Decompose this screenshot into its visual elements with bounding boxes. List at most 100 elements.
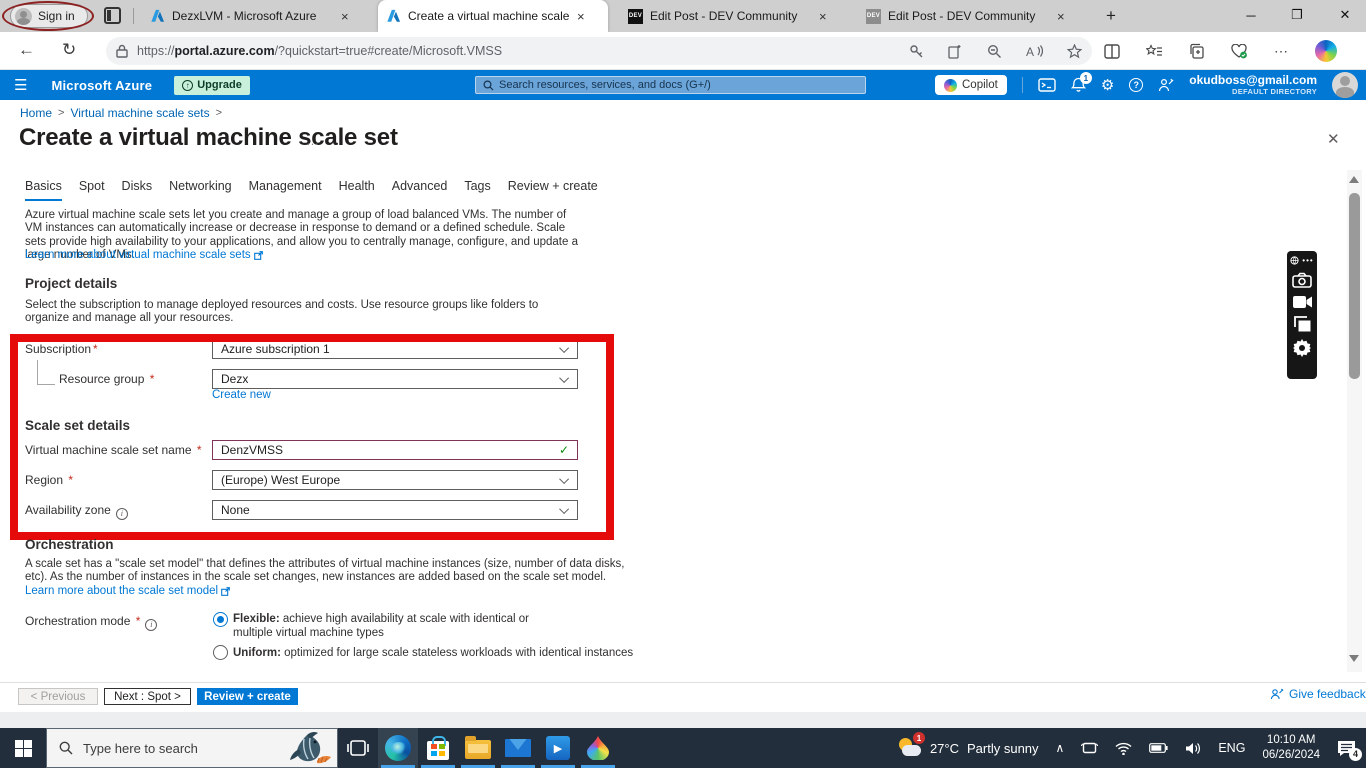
tab-management[interactable]: Management xyxy=(249,179,322,201)
region-dropdown[interactable]: (Europe) West Europe xyxy=(212,470,578,490)
battery-icon[interactable] xyxy=(1149,743,1168,753)
copy-windows-icon[interactable] xyxy=(1293,316,1311,332)
tab-basics[interactable]: Basics xyxy=(25,179,62,201)
tray-expand-icon[interactable]: ∧ xyxy=(1056,741,1065,755)
orchestration-heading: Orchestration xyxy=(25,537,114,552)
action-center-button[interactable]: 4 xyxy=(1337,740,1362,761)
blade-close-icon[interactable]: ✕ xyxy=(1327,130,1340,148)
hamburger-menu-icon[interactable]: ☰ xyxy=(14,76,27,94)
tab-advanced[interactable]: Advanced xyxy=(392,179,448,201)
vmss-name-input[interactable]: DenzVMSS ✓ xyxy=(212,440,578,460)
availability-zone-dropdown[interactable]: None xyxy=(212,500,578,520)
favorite-star-icon[interactable] xyxy=(1067,43,1082,59)
zoom-out-icon[interactable] xyxy=(987,44,1002,59)
tab-disks[interactable]: Disks xyxy=(122,179,153,201)
breadcrumb-parent-link[interactable]: Virtual machine scale sets xyxy=(70,106,209,120)
volume-icon[interactable] xyxy=(1185,742,1201,755)
learn-more-vmss-link[interactable]: Learn more about virtual machine scale s… xyxy=(25,249,263,261)
radio-flexible-label[interactable]: Flexible: achieve high availability at s… xyxy=(233,613,568,641)
window-restore-button[interactable]: ❐ xyxy=(1280,0,1314,30)
back-icon[interactable]: ← xyxy=(18,40,35,60)
account-avatar[interactable] xyxy=(1332,72,1358,98)
browser-tab-1[interactable]: DezxLVM - Microsoft Azure × xyxy=(142,0,364,32)
notifications-bell-icon[interactable]: 1 xyxy=(1070,72,1092,93)
feedback-smiley-icon xyxy=(1270,688,1284,700)
browser-essentials-icon[interactable] xyxy=(1231,43,1248,59)
more-options-icon[interactable]: ••• xyxy=(1302,256,1313,265)
taskbar-store-button[interactable] xyxy=(418,728,458,768)
new-tab-button[interactable]: + xyxy=(1106,6,1116,26)
tab-close-icon[interactable]: × xyxy=(819,10,827,23)
clock[interactable]: 10:10 AM 06/26/2024 xyxy=(1262,733,1320,763)
help-icon[interactable]: ? xyxy=(1129,78,1144,92)
device-connect-icon[interactable] xyxy=(1081,741,1099,755)
feedback-icon[interactable] xyxy=(1158,78,1174,92)
settings-gear-icon[interactable]: ⚙ xyxy=(1101,76,1114,94)
azure-search-input[interactable]: Search resources, services, and docs (G+… xyxy=(475,76,866,94)
tab-close-icon[interactable]: × xyxy=(341,10,349,23)
browser-tab-3[interactable]: DEV Edit Post - DEV Community × xyxy=(620,0,848,32)
scrollbar-thumb[interactable] xyxy=(1349,193,1360,379)
scrollbar-up-icon[interactable] xyxy=(1349,176,1359,183)
browser-tab-4[interactable]: DEV Edit Post - DEV Community × xyxy=(858,0,1086,32)
learn-more-model-link[interactable]: Learn more about the scale set model xyxy=(25,585,230,597)
taskbar-search-input[interactable]: Type here to search xyxy=(46,728,338,768)
split-screen-icon[interactable] xyxy=(1104,43,1120,59)
favorites-list-icon[interactable] xyxy=(1146,43,1163,59)
next-spot-button[interactable]: Next : Spot > xyxy=(104,688,191,705)
tab-health[interactable]: Health xyxy=(339,179,375,201)
language-indicator[interactable]: ENG xyxy=(1218,741,1245,755)
cloud-shell-icon[interactable] xyxy=(1038,78,1056,92)
refresh-icon[interactable]: ↻ xyxy=(62,40,76,60)
radio-uniform-label[interactable]: Uniform: optimized for large scale state… xyxy=(233,647,753,661)
collections-add-icon[interactable] xyxy=(948,44,963,59)
more-menu-icon[interactable]: ⋯ xyxy=(1274,43,1289,60)
tab-close-icon[interactable]: × xyxy=(1057,10,1065,23)
settings-gear-icon[interactable] xyxy=(1293,339,1311,357)
start-button[interactable] xyxy=(0,728,46,768)
resource-group-dropdown[interactable]: Dezx xyxy=(212,369,578,389)
taskbar-paint3d-button[interactable] xyxy=(578,728,618,768)
task-view-button[interactable] xyxy=(338,728,378,768)
tab-review-create[interactable]: Review + create xyxy=(508,179,598,201)
previous-button[interactable]: < Previous xyxy=(18,688,98,705)
camera-icon[interactable] xyxy=(1292,272,1312,288)
collections-icon[interactable] xyxy=(1189,43,1205,59)
azure-brand[interactable]: Microsoft Azure xyxy=(51,78,152,93)
tab-tags[interactable]: Tags xyxy=(464,179,490,201)
workspaces-icon[interactable] xyxy=(104,7,121,24)
browser-tab-2-active[interactable]: Create a virtual machine scale se × xyxy=(378,0,608,32)
info-icon[interactable] xyxy=(145,618,158,631)
taskbar-edge-button[interactable] xyxy=(378,728,418,768)
read-aloud-icon[interactable]: A xyxy=(1026,44,1043,58)
weather-widget[interactable]: 1 27°C Partly sunny xyxy=(898,732,1039,760)
breadcrumb-home-link[interactable]: Home xyxy=(20,106,52,120)
subscription-dropdown[interactable]: Azure subscription 1 xyxy=(212,339,578,359)
tab-spot[interactable]: Spot xyxy=(79,179,105,201)
account-info[interactable]: okudboss@gmail.com DEFAULT DIRECTORY xyxy=(1189,73,1317,96)
window-close-button[interactable]: ✕ xyxy=(1328,0,1362,30)
create-new-link[interactable]: Create new xyxy=(212,389,271,401)
copilot-button[interactable]: Copilot xyxy=(935,75,1007,95)
upgrade-button[interactable]: ↑ Upgrade xyxy=(174,75,250,95)
taskbar-explorer-button[interactable] xyxy=(458,728,498,768)
browser-signin-button[interactable]: Sign in xyxy=(10,4,88,28)
review-create-button[interactable]: Review + create xyxy=(197,688,298,705)
radio-uniform[interactable] xyxy=(213,645,228,660)
info-icon[interactable] xyxy=(115,507,128,520)
video-camera-icon[interactable] xyxy=(1292,295,1313,309)
movies-tv-icon: ▶ xyxy=(546,736,570,760)
taskbar-mail-button[interactable] xyxy=(498,728,538,768)
copilot-browser-icon[interactable] xyxy=(1315,40,1337,62)
scrollbar-down-icon[interactable] xyxy=(1349,655,1359,662)
capture-toolbar-header[interactable]: ••• xyxy=(1290,256,1313,265)
window-minimize-button[interactable]: ─ xyxy=(1234,0,1268,30)
tab-close-icon[interactable]: × xyxy=(577,10,585,23)
tab-networking[interactable]: Networking xyxy=(169,179,232,201)
give-feedback-link[interactable]: Give feedback xyxy=(1270,687,1366,701)
address-bar[interactable]: https://portal.azure.com/?quickstart=tru… xyxy=(106,37,1092,65)
password-key-icon[interactable] xyxy=(909,44,924,59)
wifi-icon[interactable] xyxy=(1115,742,1132,755)
taskbar-movies-button[interactable]: ▶ xyxy=(538,728,578,768)
radio-flexible[interactable] xyxy=(213,612,228,627)
